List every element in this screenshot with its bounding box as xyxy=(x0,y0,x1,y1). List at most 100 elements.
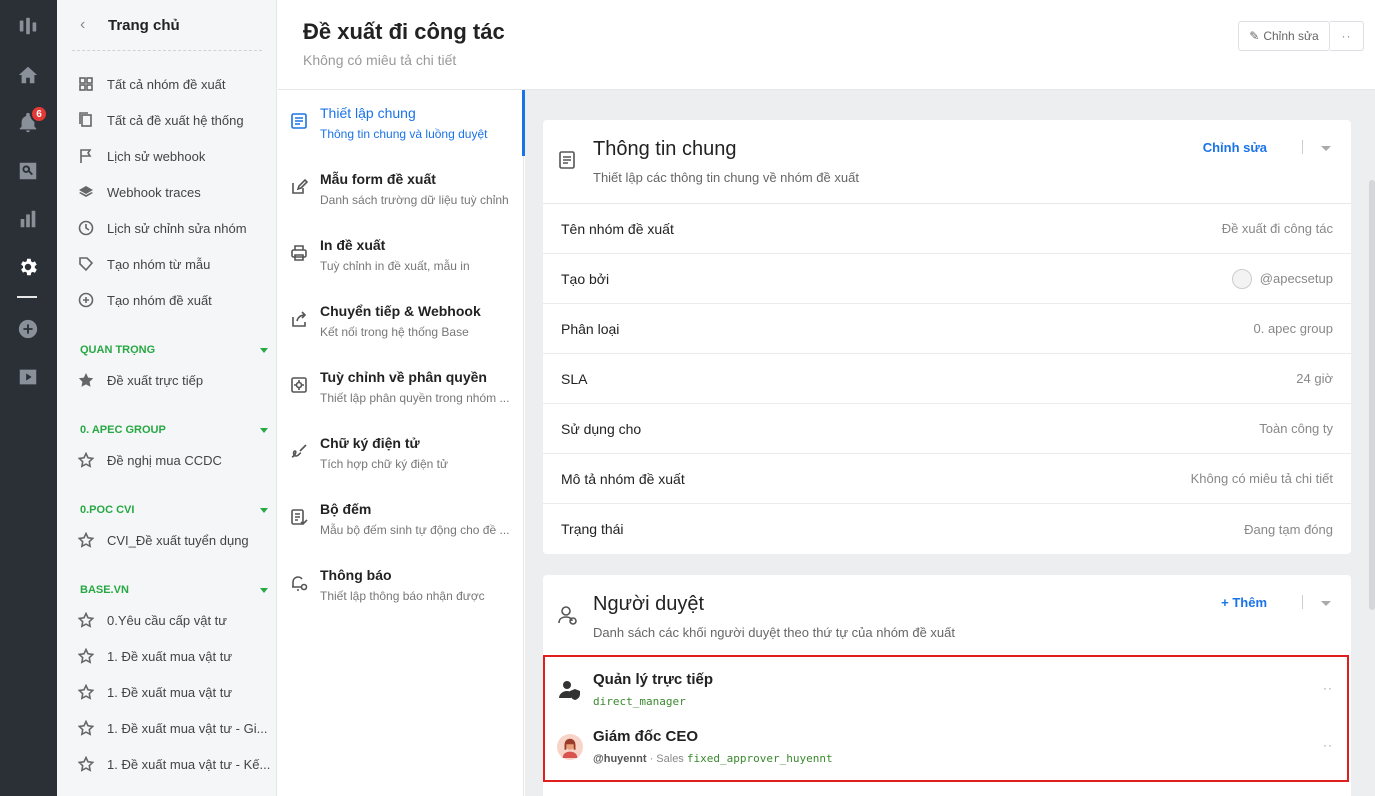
document-icon xyxy=(557,150,579,172)
sidebar-item-webhook-history[interactable]: Lịch sử webhook xyxy=(77,144,272,168)
info-row-group-name: Tên nhóm đề xuất Đề xuất đi công tác xyxy=(543,204,1351,254)
info-row-created-by: Tạo bởi @apecsetup xyxy=(543,254,1351,304)
content-area: Thông tin chung Thiết lập các thông tin … xyxy=(525,90,1375,796)
printer-icon xyxy=(288,242,310,264)
menu-item-print[interactable]: In đề xuất Tuỳ chỉnh in đề xuất, mẫu in xyxy=(278,222,524,288)
user-shield-icon xyxy=(557,677,583,703)
info-row-status: Trạng thái Đang tạm đóng xyxy=(561,521,1333,537)
star-icon[interactable] xyxy=(77,719,95,737)
chart-icon[interactable] xyxy=(14,205,42,233)
more-options-icon[interactable]: ·· xyxy=(1323,738,1333,752)
counter-icon xyxy=(288,506,310,528)
logo-icon[interactable] xyxy=(14,12,42,40)
signature-icon xyxy=(288,440,310,462)
menu-item-general-settings[interactable]: Thiết lập chung Thông tin chung và luồng… xyxy=(278,90,525,156)
more-options-button[interactable]: ·· xyxy=(1330,21,1364,51)
menu-item-permissions[interactable]: Tuỳ chỉnh về phân quyền Thiết lập phân q… xyxy=(278,354,524,420)
sidebar-item-cvi-recruit[interactable]: CVI_Đề xuất tuyển dụng xyxy=(77,528,272,552)
avatar xyxy=(557,734,583,760)
sidebar-item-all-requests[interactable]: Tất cả đề xuất hệ thống xyxy=(77,108,272,132)
menu-item-e-signature[interactable]: Chữ ký điện tử Tích hợp chữ ký điện tử xyxy=(278,420,524,486)
star-icon[interactable] xyxy=(77,451,95,469)
settings-menu: Thiết lập chung Thông tin chung và luồng… xyxy=(278,90,525,796)
sidebar-item-create-from-template[interactable]: Tạo nhóm từ mẫu xyxy=(77,252,272,276)
edit-icon xyxy=(288,176,310,198)
scrollbar[interactable] xyxy=(1369,180,1375,610)
sidebar-item-material-request[interactable]: 0.Yêu cầu cấp vật tư xyxy=(77,608,272,632)
star-icon[interactable] xyxy=(77,531,95,549)
tag-icon xyxy=(77,255,95,273)
general-info-card: Thông tin chung Thiết lập các thông tin … xyxy=(543,120,1351,554)
add-approver-button[interactable]: + Thêm xyxy=(1221,595,1267,610)
bell-icon[interactable]: 6 xyxy=(14,105,48,137)
sidebar-item-buy-material-2[interactable]: 1. Đề xuất mua vật tư xyxy=(77,680,272,704)
clock-icon xyxy=(77,219,95,237)
creator-handle[interactable]: @apecsetup xyxy=(1260,271,1333,286)
section-apec-group[interactable]: 0. APEC GROUP xyxy=(80,421,270,439)
pencil-icon: ✎ xyxy=(1249,29,1260,43)
sidebar-header[interactable]: ‹ Trang chủ xyxy=(72,0,262,51)
search-box-icon[interactable] xyxy=(14,157,42,185)
approvers-subtitle: Danh sách các khối người duyệt theo thứ … xyxy=(593,625,956,640)
star-filled-icon[interactable] xyxy=(77,371,95,389)
notification-badge: 6 xyxy=(30,105,48,123)
info-row-category: Phân loại 0. apec group xyxy=(543,304,1351,354)
approver-ceo[interactable]: Giám đốc CEO @huyennt · Sales fixed_appr… xyxy=(543,716,1351,773)
caret-down-icon xyxy=(260,587,268,593)
approver-direct-manager[interactable]: Quản lý trực tiếp direct_manager ·· xyxy=(543,659,1351,716)
app-rail: 6 xyxy=(0,0,57,796)
star-icon[interactable] xyxy=(77,611,95,629)
sidebar-item-ccdc[interactable]: Đề nghị mua CCDC xyxy=(77,448,272,472)
edit-button[interactable]: ✎ Chỉnh sửa xyxy=(1238,21,1330,51)
settings-icon[interactable] xyxy=(14,253,42,281)
document-icon xyxy=(288,110,310,132)
grid-icon xyxy=(77,75,95,93)
general-info-title: Thông tin chung xyxy=(593,138,737,160)
rail-divider xyxy=(17,296,37,298)
menu-item-form-template[interactable]: Mẫu form đề xuất Danh sách trường dữ liệ… xyxy=(278,156,524,222)
sidebar-item-edit-history[interactable]: Lịch sử chỉnh sửa nhóm xyxy=(77,216,272,240)
page-subtitle: Không có miêu tả chi tiết xyxy=(303,52,457,68)
status-badge: Đang tạm đóng xyxy=(1244,521,1333,537)
plus-circle-icon[interactable] xyxy=(14,315,42,343)
menu-item-webhook[interactable]: Chuyển tiếp & Webhook Kết nối trong hệ t… xyxy=(278,288,524,354)
chevron-left-icon[interactable]: ‹ xyxy=(80,16,100,34)
info-row-sla: SLA 24 giờ xyxy=(543,354,1351,404)
sidebar-item-direct-request[interactable]: Đề xuất trực tiếp xyxy=(77,368,272,392)
info-row-description: Mô tả nhóm đề xuất Không có miêu tả chi … xyxy=(543,454,1351,504)
permission-icon xyxy=(288,374,310,396)
star-icon[interactable] xyxy=(77,683,95,701)
section-quan-trong[interactable]: QUAN TRỌNG xyxy=(80,341,270,359)
page-header: Đề xuất đi công tác Không có miêu tả chi… xyxy=(278,0,1375,90)
sidebar-item-create-group[interactable]: Tạo nhóm đề xuất xyxy=(77,288,272,312)
avatar xyxy=(1231,268,1252,289)
layers-icon xyxy=(77,183,95,201)
sidebar-item-buy-material-4[interactable]: 1. Đề xuất mua vật tư - Kế... xyxy=(77,752,272,776)
sidebar-item-all-groups[interactable]: Tất cả nhóm đề xuất xyxy=(77,72,272,96)
general-info-header: Thông tin chung Thiết lập các thông tin … xyxy=(543,120,1351,204)
section-base-vn[interactable]: BASE.VN xyxy=(80,581,270,599)
caret-down-icon[interactable] xyxy=(1321,601,1331,606)
menu-item-counter[interactable]: Bộ đếm Mẫu bộ đếm sinh tự động cho đề ..… xyxy=(278,486,524,552)
video-icon[interactable] xyxy=(14,363,42,391)
bell-gear-icon xyxy=(288,572,310,594)
sidebar: ‹ Trang chủ Tất cả nhóm đề xuất Tất cả đ… xyxy=(57,0,277,796)
caret-down-icon xyxy=(260,427,268,433)
general-info-subtitle: Thiết lập các thông tin chung về nhóm đề… xyxy=(593,170,859,185)
sidebar-title: Trang chủ xyxy=(108,16,180,34)
share-icon xyxy=(288,308,310,330)
info-row-used-for: Sử dụng cho Toàn công ty xyxy=(543,404,1351,454)
general-info-edit-link[interactable]: Chỉnh sửa xyxy=(1203,140,1267,155)
sidebar-item-buy-material-1[interactable]: 1. Đề xuất mua vật tư xyxy=(77,644,272,668)
section-poc-cvi[interactable]: 0.POC CVI xyxy=(80,501,270,519)
caret-down-icon[interactable] xyxy=(1321,146,1331,151)
copy-icon xyxy=(77,111,95,129)
more-options-icon[interactable]: ·· xyxy=(1323,681,1333,695)
star-icon[interactable] xyxy=(77,647,95,665)
menu-item-notifications[interactable]: Thông báo Thiết lập thông báo nhận được xyxy=(278,552,524,618)
home-icon[interactable] xyxy=(14,61,42,89)
divider xyxy=(1302,140,1303,154)
sidebar-item-buy-material-3[interactable]: 1. Đề xuất mua vật tư - Gi... xyxy=(77,716,272,740)
star-icon[interactable] xyxy=(77,755,95,773)
sidebar-item-webhook-traces[interactable]: Webhook traces xyxy=(77,180,272,204)
